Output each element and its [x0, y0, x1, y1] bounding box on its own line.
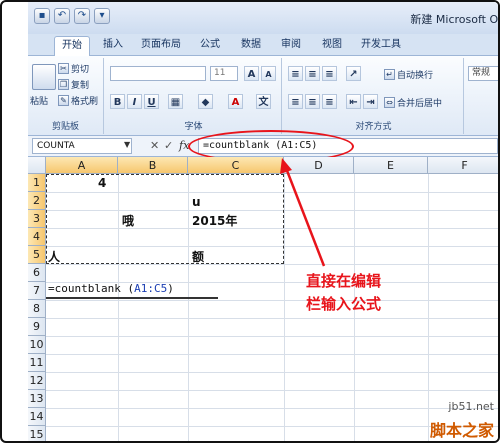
watermark-brand: 脚本之家: [429, 421, 494, 440]
annotation-arrow: [280, 158, 326, 267]
annotation-line-1: 直接在编辑: [306, 272, 382, 290]
annotation-line-2: 栏输入公式: [306, 295, 382, 313]
annotation-text: 直接在编辑 栏输入公式: [306, 270, 381, 316]
excel-window: ▪ ↶ ↷ ▾ 新建 Microsoft Of 开始 插入 页面布局 公式 数据…: [28, 2, 498, 441]
screenshot-frame: ▪ ↶ ↷ ▾ 新建 Microsoft Of 开始 插入 页面布局 公式 数据…: [0, 0, 500, 443]
watermark-site: jb51.net: [448, 400, 494, 413]
